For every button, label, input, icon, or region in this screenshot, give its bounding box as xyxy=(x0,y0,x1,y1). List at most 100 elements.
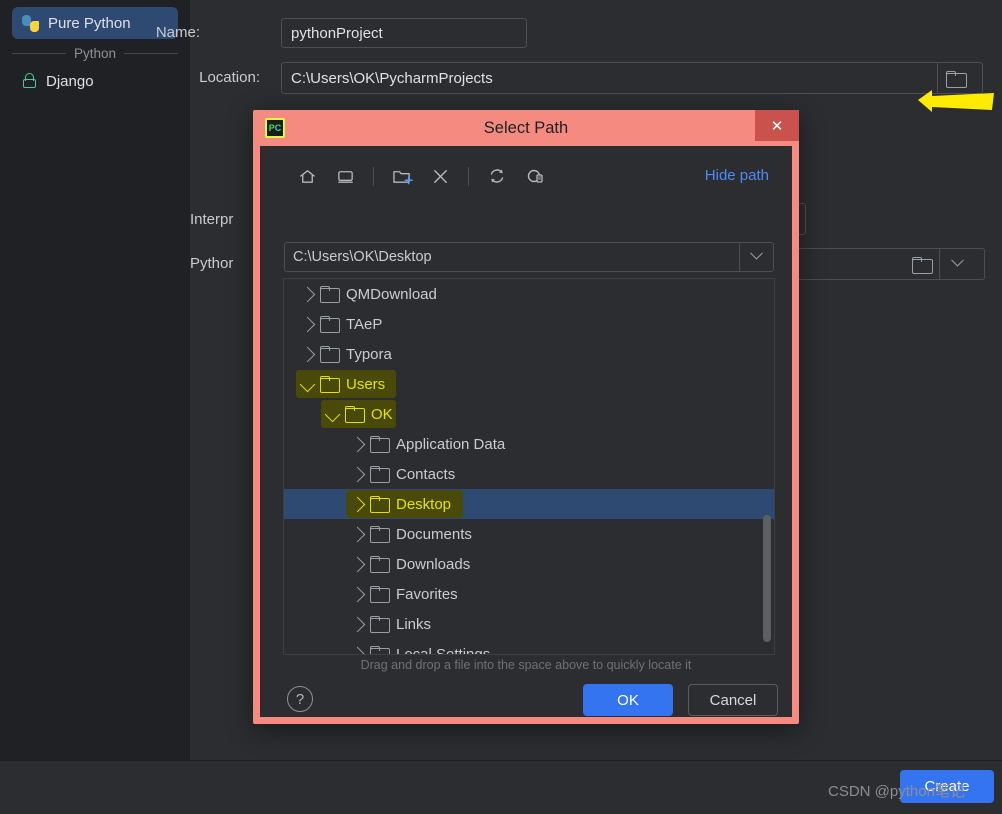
separator-line-left xyxy=(12,52,66,54)
folder-icon xyxy=(320,346,340,363)
tree-row[interactable]: QMDownload xyxy=(284,279,774,309)
csdn-watermark: CSDN @python笔记 xyxy=(828,783,965,800)
tree-row[interactable]: Local Settings xyxy=(284,639,774,655)
show-hidden-icon[interactable] xyxy=(520,162,550,190)
tree-row-label: TAeP xyxy=(346,315,383,333)
folder-icon xyxy=(320,316,340,333)
chevron-right-icon[interactable] xyxy=(349,496,366,512)
sidebar-separator: Python xyxy=(0,44,190,62)
folder-icon xyxy=(911,256,933,274)
chevron-right-icon[interactable] xyxy=(299,346,316,362)
new-folder-icon[interactable] xyxy=(387,162,417,190)
chevron-right-icon[interactable] xyxy=(349,646,366,654)
lock-icon xyxy=(22,73,37,89)
tree-row-label: Links xyxy=(396,615,432,633)
hide-path-link[interactable]: Hide path xyxy=(705,167,769,184)
help-icon[interactable]: ? xyxy=(287,686,313,712)
chevron-right-icon[interactable] xyxy=(349,586,366,602)
interpreter-label: Interpr xyxy=(190,211,234,228)
name-field[interactable]: pythonProject xyxy=(281,18,527,48)
cancel-button-label: Cancel xyxy=(709,691,757,709)
tree-scrollbar-thumb[interactable] xyxy=(763,515,771,642)
folder-icon xyxy=(370,436,390,453)
tree-row[interactable]: Links xyxy=(284,609,774,639)
folder-icon xyxy=(370,646,390,654)
cancel-button[interactable]: Cancel xyxy=(688,684,778,716)
pycharm-new-project-window: Pure Python Python Django Name: pythonPr… xyxy=(0,0,1002,814)
chevron-down-icon xyxy=(951,253,964,267)
chevron-right-icon[interactable] xyxy=(299,286,316,302)
location-field-value: C:\Users\OK\PycharmProjects xyxy=(291,69,493,87)
path-combo[interactable]: C:\Users\OK\Desktop xyxy=(284,242,774,272)
close-icon[interactable]: ✕ xyxy=(755,110,799,141)
tree-row[interactable]: Users xyxy=(284,369,774,399)
path-combo-dropdown-button[interactable] xyxy=(739,243,773,271)
tree-row[interactable]: OK xyxy=(284,399,774,429)
delete-icon[interactable] xyxy=(425,162,455,190)
chevron-right-icon[interactable] xyxy=(349,436,366,452)
toolbar-divider xyxy=(373,166,374,186)
tree-row-label: Downloads xyxy=(396,555,471,573)
folder-icon xyxy=(370,586,390,603)
sidebar-item-label: Pure Python xyxy=(48,14,131,32)
folder-icon xyxy=(320,376,340,393)
home-icon[interactable] xyxy=(292,162,322,190)
chevron-down-icon xyxy=(750,246,763,260)
chevron-right-icon[interactable] xyxy=(349,556,366,572)
tree-row[interactable]: Contacts xyxy=(284,459,774,489)
desktop-icon[interactable] xyxy=(330,162,360,190)
location-label: Location: xyxy=(199,69,260,86)
tree-row[interactable]: Typora xyxy=(284,339,774,369)
python-dropdown-button[interactable] xyxy=(939,249,975,279)
chevron-down-icon[interactable] xyxy=(324,406,341,422)
name-field-value: pythonProject xyxy=(291,24,383,42)
toolbar-divider xyxy=(468,166,469,186)
path-combo-value: C:\Users\OK\Desktop xyxy=(293,249,432,265)
tree-row[interactable]: Application Data xyxy=(284,429,774,459)
dialog-toolbar xyxy=(292,162,550,190)
select-path-dialog: PC Select Path ✕ Hide path C:\Users\OK\D… xyxy=(253,110,799,724)
name-label: Name: xyxy=(155,24,200,41)
tree-row[interactable]: Documents xyxy=(284,519,774,549)
tree-row-label: Favorites xyxy=(396,585,458,603)
folder-icon xyxy=(370,556,390,573)
project-type-sidebar: Pure Python Python Django xyxy=(0,0,190,760)
location-field[interactable]: C:\Users\OK\PycharmProjects xyxy=(281,62,983,94)
python-icon xyxy=(22,14,39,32)
python-browse-button[interactable] xyxy=(903,249,939,279)
tree-row[interactable]: TAeP xyxy=(284,309,774,339)
ok-button[interactable]: OK xyxy=(583,684,673,716)
tree-row[interactable]: Desktop xyxy=(284,489,774,519)
tree-row[interactable]: Favorites xyxy=(284,579,774,609)
tree-row[interactable]: Downloads xyxy=(284,549,774,579)
folder-icon xyxy=(946,70,967,88)
folder-icon xyxy=(320,286,340,303)
folder-icon xyxy=(370,616,390,633)
yellow-arrow-annotation xyxy=(918,90,994,112)
tree-row-label: Application Data xyxy=(396,435,506,453)
chevron-right-icon[interactable] xyxy=(349,526,366,542)
python-label: Pythor xyxy=(190,255,234,272)
tree-row-label: Users xyxy=(346,375,386,393)
chevron-down-icon[interactable] xyxy=(299,376,316,392)
tree-row-label: Desktop xyxy=(396,495,452,513)
chevron-right-icon[interactable] xyxy=(349,616,366,632)
ok-button-label: OK xyxy=(617,691,639,709)
dialog-body: Hide path C:\Users\OK\Desktop QMDownload… xyxy=(260,146,792,717)
tree-row-label: Local Settings xyxy=(396,645,491,655)
folder-icon xyxy=(370,496,390,513)
separator-line-right xyxy=(124,52,178,54)
chevron-right-icon[interactable] xyxy=(299,316,316,332)
folder-icon xyxy=(345,406,365,423)
tree-row-label: Documents xyxy=(396,525,472,543)
tree-row-label: QMDownload xyxy=(346,285,437,303)
dialog-title: Select Path xyxy=(483,118,569,137)
directory-tree[interactable]: QMDownload TAeP Typora Users OK Application D… xyxy=(283,278,775,655)
chevron-right-icon[interactable] xyxy=(349,466,366,482)
refresh-icon[interactable] xyxy=(482,162,512,190)
tree-row-label: OK xyxy=(371,405,393,423)
tree-row-label: Typora xyxy=(346,345,392,363)
separator-label: Python xyxy=(73,45,117,61)
drag-drop-hint: Drag and drop a file into the space abov… xyxy=(360,658,692,672)
tree-row-label: Contacts xyxy=(396,465,456,483)
